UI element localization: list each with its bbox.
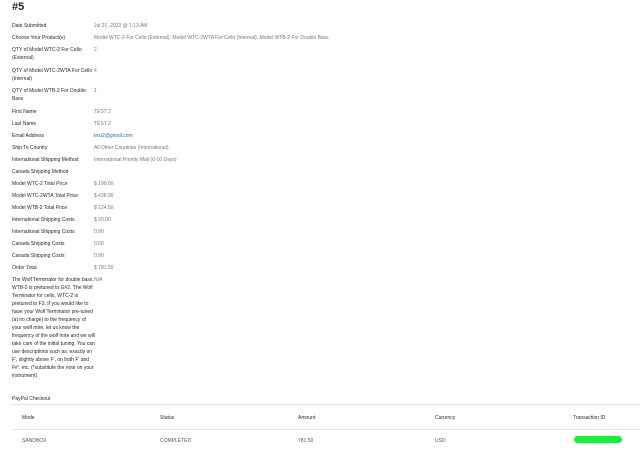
field-value-intl-shipping-method: International Priority Mail (6-10 Days)	[94, 157, 177, 163]
table-row-divider	[12, 429, 640, 430]
field-value-first-name: TEST 2	[94, 109, 111, 115]
field-value-wtc2-total: $ 199.00	[94, 181, 114, 187]
field-label-intl-shipping-method: International Shipping Method	[12, 157, 79, 163]
field-label-qty-wtb2: QTY of Model WTB-2 For Double Bass	[12, 88, 86, 102]
field-label-order-total: Order Total	[12, 265, 37, 271]
column-header-status: Status	[160, 415, 175, 421]
field-value-intl-shipping-costs: $ 20.00	[94, 217, 111, 223]
column-header-amount: Amount	[298, 415, 316, 421]
email-link[interactable]: test2@gmail.com	[94, 132, 133, 140]
field-value-products: Model WTC-2 For Cello (External), Model …	[94, 35, 329, 41]
field-value-order-total: $ 781.50	[94, 265, 114, 271]
field-value-last-name: TEST 2	[94, 121, 111, 127]
paypal-table: Mode Status Amount Currency Transaction …	[12, 404, 640, 453]
field-value-qty-wtb2: 1	[94, 88, 97, 94]
field-label-qty-wtc2: QTY of Model WTC-2 For Cello (External)	[12, 47, 82, 61]
field-label-canada-shipping-costs-2: Canada Shipping Costs	[12, 253, 65, 259]
field-label-ship-to-country: Ship To Country	[12, 145, 48, 151]
field-value-qty-wtc2wta: 4	[94, 68, 97, 74]
field-value-wtc2wta-total: $ 438.00	[94, 193, 114, 199]
field-value-canada-shipping-costs: 0.00	[94, 241, 104, 247]
field-value-wtb2-total: $ 124.50	[94, 205, 114, 211]
field-label-date-submitted: Date Submitted	[12, 23, 47, 29]
field-label-wtb2-total: Model WTB-2 Total Price	[12, 205, 68, 211]
cell-currency: USD	[435, 438, 446, 444]
column-header-currency: Currency	[435, 415, 456, 421]
field-label-wtc2wta-total: Model WTC-2WTA Total Price	[12, 193, 78, 199]
field-label-first-name: First Name	[12, 109, 37, 115]
field-value-qty-wtc2: 2	[94, 47, 97, 53]
field-label-intl-shipping-costs-2: International Shipping Costs	[12, 229, 75, 235]
field-value-intl-shipping-costs-2: 0.00	[94, 229, 104, 235]
field-label-intl-shipping-costs: International Shipping Costs	[12, 217, 75, 223]
cell-status: COMPLETED	[160, 438, 192, 444]
column-header-transaction-id: Transaction ID	[573, 415, 606, 421]
field-label-wtc2-total: Model WTC-2 Total Price	[12, 181, 68, 187]
field-label-qty-wtc2wta: QTY of Model WTC-2WTA For Cello (Interna…	[12, 68, 93, 82]
field-value-ship-to-country: All Other Countries (International)	[94, 145, 169, 151]
field-label-email: Email Address	[12, 133, 44, 139]
field-value-tuning-note: N/A	[94, 277, 103, 283]
field-label-canada-shipping-costs: Canada Shipping Costs	[12, 241, 65, 247]
field-label-products: Choose Your Product(s)	[12, 35, 66, 41]
field-value-canada-shipping-costs-2: 0.00	[94, 253, 104, 259]
field-label-paypal-checkout: PayPal Checkout	[12, 396, 51, 402]
cell-mode: SANDBOX	[22, 438, 47, 444]
entry-title: #5	[12, 1, 25, 13]
field-label-tuning-note: The Wolf Terminator for double bass, WTB…	[12, 277, 96, 379]
redaction-mark	[574, 436, 622, 443]
column-header-mode: Mode	[22, 415, 35, 421]
field-label-last-name: Last Name	[12, 121, 37, 127]
field-value-date-submitted: Jul 21, 2022 @ 1:13 AM	[94, 23, 148, 29]
field-label-canada-shipping-method: Canada Shipping Method	[12, 169, 69, 175]
cell-amount: 781.50	[298, 438, 314, 444]
